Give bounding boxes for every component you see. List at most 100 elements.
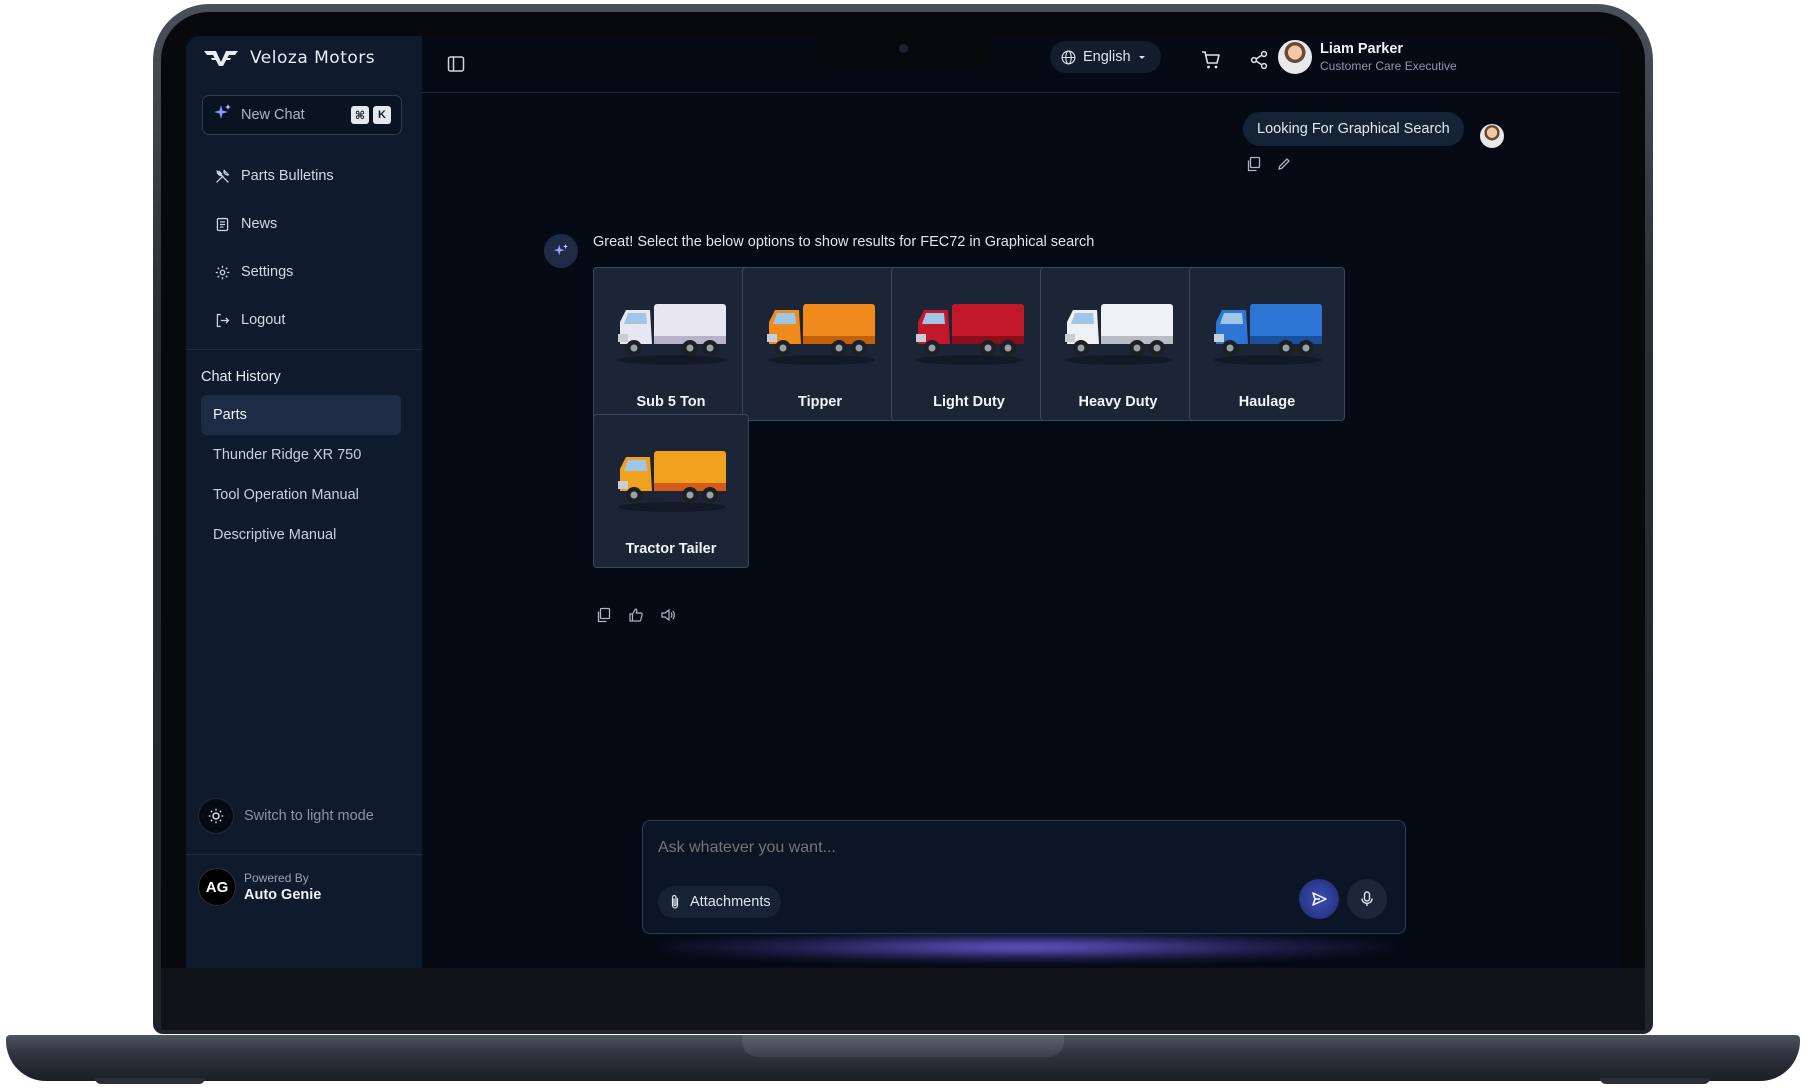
vehicle-card-label: Tipper	[797, 394, 843, 410]
user-message-avatar	[1480, 124, 1504, 148]
chat-composer: Attachments	[642, 820, 1406, 934]
logout-icon	[216, 313, 230, 327]
share-icon	[1250, 50, 1268, 70]
app-screen: Veloza Motors New Chat ⌘ K Parts Bulleti…	[186, 36, 1620, 968]
share-button[interactable]	[1248, 49, 1270, 76]
theme-toggle-label: Switch to light mode	[244, 808, 374, 824]
sidebar-divider	[186, 854, 422, 855]
truck-image	[767, 304, 875, 365]
vehicle-card-label: Tractor Tailer	[625, 541, 717, 557]
vehicle-card-sub-5-ton[interactable]: Sub 5 Ton	[593, 267, 749, 421]
auto-genie-logo: AG	[198, 868, 236, 906]
truck-image	[916, 304, 1024, 365]
avatar	[1480, 124, 1504, 148]
send-button[interactable]	[1299, 879, 1339, 919]
assistant-avatar	[544, 234, 578, 268]
sparkle-icon	[553, 243, 569, 256]
user-profile[interactable]: Liam Parker Customer Care Executive	[1278, 40, 1457, 74]
copy-icon[interactable]	[1246, 156, 1262, 172]
sun-icon	[198, 798, 234, 834]
sidebar-item-label: News	[241, 216, 278, 232]
k-key: K	[373, 106, 391, 124]
avatar	[1278, 40, 1312, 74]
vehicle-card-heavy-duty[interactable]: Heavy Duty	[1040, 267, 1196, 421]
powered-by: AG Powered By Auto Genie	[198, 868, 321, 906]
sidebar-item-news[interactable]: News	[202, 200, 406, 248]
powered-by-name: Auto Genie	[244, 887, 322, 903]
edit-icon[interactable]	[1276, 156, 1292, 172]
vehicle-card-label: Light Duty	[933, 394, 1005, 410]
sidebar-item-settings[interactable]: Settings	[202, 248, 406, 296]
history-item-descriptive-manual[interactable]: Descriptive Manual	[201, 515, 401, 555]
laptop-foot	[95, 1078, 205, 1084]
camera-icon	[899, 44, 908, 53]
sidebar-divider	[186, 349, 422, 350]
history-item-parts[interactable]: Parts	[201, 395, 401, 435]
truck-image	[618, 304, 726, 365]
sidebar-item-logout[interactable]: Logout	[202, 296, 406, 344]
truck-image	[1214, 304, 1322, 365]
sidebar-item-label: Logout	[241, 312, 286, 328]
chat-input[interactable]	[658, 839, 1158, 857]
top-bar: English Liam Parker Customer Care Execut…	[422, 36, 1620, 93]
user-role: Customer Care Executive	[1320, 59, 1457, 73]
user-message-actions	[1246, 156, 1292, 172]
sidebar-item-label: Settings	[241, 264, 294, 280]
cart-button[interactable]	[1200, 49, 1222, 76]
new-chat-label: New Chat	[241, 107, 305, 123]
laptop-bottom-bezel	[161, 968, 1645, 1030]
sparkle-icon	[213, 103, 233, 127]
attachments-button[interactable]: Attachments	[658, 886, 781, 918]
sidebar-item-label: Parts Bulletins	[241, 168, 334, 184]
news-icon	[216, 217, 229, 231]
powered-by-label: Powered By	[244, 871, 309, 885]
sidebar-panel-icon	[447, 56, 465, 72]
speaker-icon[interactable]	[660, 607, 676, 623]
keyboard-shortcut: ⌘ K	[351, 106, 391, 124]
globe-icon	[1061, 50, 1076, 64]
caret-down-icon	[1138, 56, 1145, 59]
vehicle-card-light-duty[interactable]: Light Duty	[891, 267, 1047, 421]
paperclip-icon	[671, 894, 679, 909]
thumbs-up-icon[interactable]	[628, 607, 644, 623]
vehicle-card-label: Haulage	[1238, 394, 1296, 410]
sidebar-item-parts-bulletins[interactable]: Parts Bulletins	[202, 152, 406, 200]
attachments-label: Attachments	[690, 894, 771, 910]
assistant-message: Great! Select the below options to show …	[593, 234, 1095, 250]
veloza-logo-icon	[204, 51, 238, 66]
camera-notch	[816, 36, 990, 66]
send-icon	[1312, 892, 1327, 906]
truck-image	[1065, 304, 1173, 365]
laptop-hinge-notch	[742, 1035, 1064, 1057]
history-item-tool-operation-manual[interactable]: Tool Operation Manual	[201, 475, 401, 515]
language-selector[interactable]: English	[1050, 41, 1161, 73]
history-item-thunder-ridge[interactable]: Thunder Ridge XR 750	[201, 435, 401, 475]
vehicle-card-label: Heavy Duty	[1078, 394, 1158, 410]
composer-glow	[656, 932, 1396, 962]
assistant-message-actions	[596, 607, 676, 623]
new-chat-button[interactable]: New Chat ⌘ K	[202, 95, 402, 135]
sidebar: Veloza Motors New Chat ⌘ K Parts Bulleti…	[186, 36, 422, 968]
vehicle-card-tipper[interactable]: Tipper	[742, 267, 898, 421]
copy-icon[interactable]	[596, 607, 612, 623]
microphone-button[interactable]	[1347, 879, 1387, 919]
sidebar-toggle-button[interactable]	[446, 54, 466, 79]
cmd-key: ⌘	[351, 106, 369, 124]
user-message-bubble: Looking For Graphical Search	[1243, 112, 1464, 146]
language-label: English	[1083, 49, 1131, 65]
theme-toggle[interactable]: Switch to light mode	[198, 798, 374, 834]
user-name: Liam Parker	[1320, 41, 1404, 57]
vehicle-card-haulage[interactable]: Haulage	[1189, 267, 1345, 421]
truck-image	[618, 451, 726, 512]
vehicle-card-label: Sub 5 Ton	[636, 394, 706, 410]
microphone-icon	[1361, 891, 1373, 906]
laptop-foot	[1600, 1078, 1710, 1084]
gear-icon	[215, 265, 230, 279]
tools-icon	[216, 168, 230, 183]
chat-history-list: Parts Thunder Ridge XR 750 Tool Operatio…	[201, 395, 401, 555]
brand-name: Veloza Motors	[250, 48, 376, 68]
chat-history-title: Chat History	[201, 369, 281, 385]
brand-logo[interactable]: Veloza Motors	[202, 48, 375, 68]
vehicle-card-tractor-tailer[interactable]: Tractor Tailer	[593, 414, 749, 568]
sidebar-nav: Parts Bulletins News Settings Logout	[202, 152, 406, 344]
